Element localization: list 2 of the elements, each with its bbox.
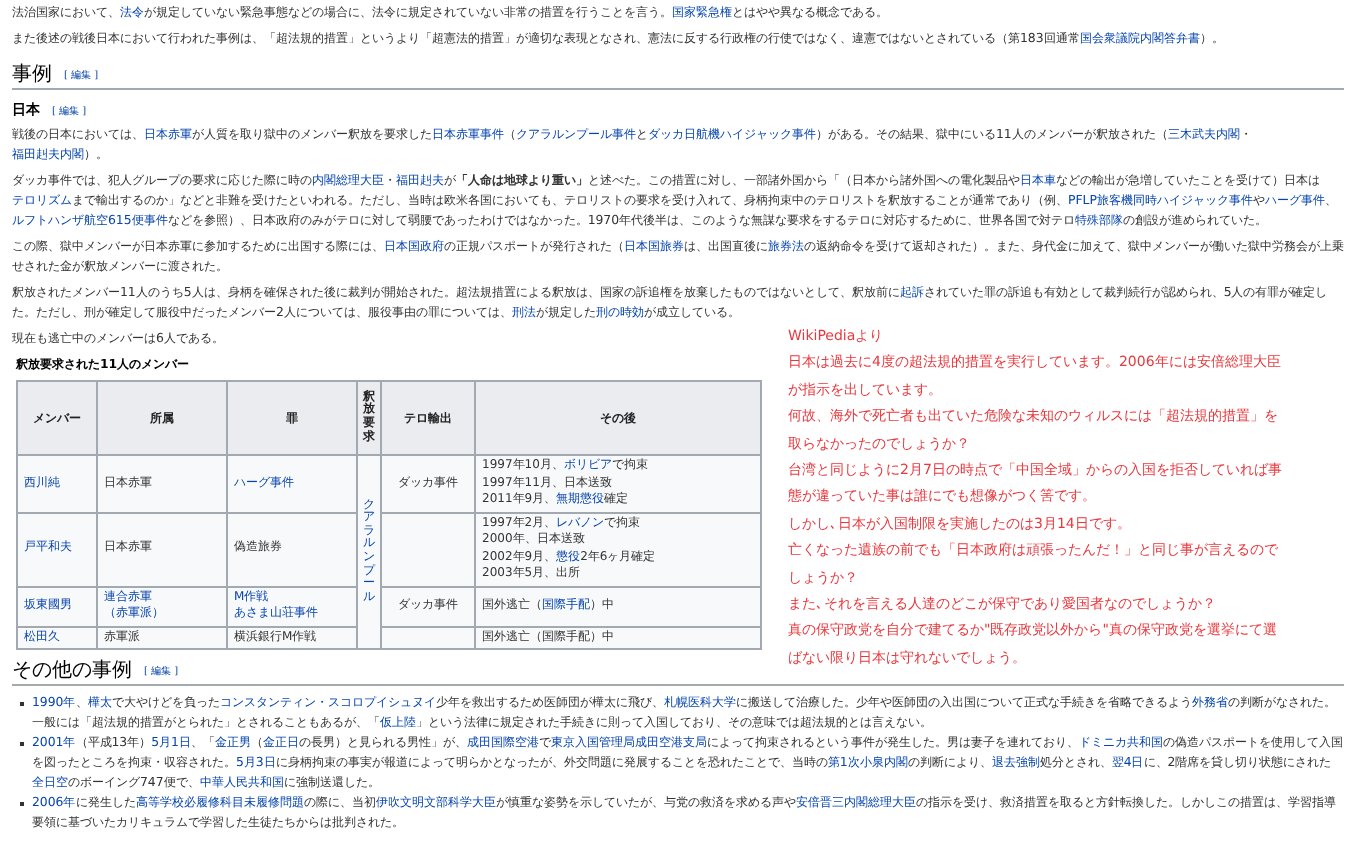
section-heading: 事例 [12, 61, 52, 88]
section-heading: その他の事例 [12, 657, 132, 684]
